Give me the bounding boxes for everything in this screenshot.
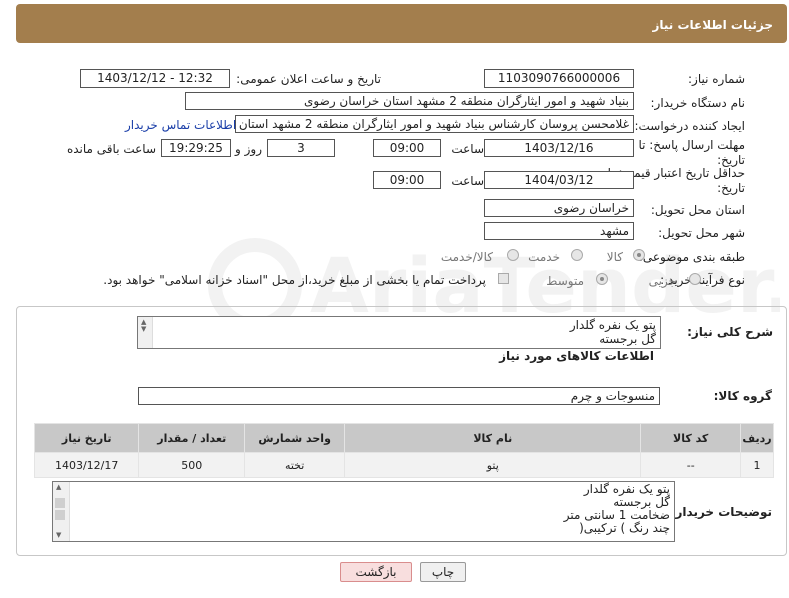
- goods-group-label: گروه کالا:: [713, 389, 772, 403]
- scroll-thumb[interactable]: [55, 510, 65, 520]
- buyer-notes-line: پتو یک نفره گلدار: [583, 482, 670, 496]
- announce-field: 1403/12/12 - 12:32: [80, 69, 230, 88]
- city-label: شهر محل تحویل:: [658, 226, 745, 240]
- buyer-org-field: بنیاد شهید و امور ایثارگران منطقه 2 مشهد…: [185, 92, 634, 110]
- cell-date: 1403/12/17: [33, 452, 140, 478]
- buyer-notes-textarea[interactable]: پتو یک نفره گلدار گل برجسته ضخامت 1 سانت…: [52, 481, 675, 542]
- province-label: استان محل تحویل:: [650, 203, 745, 217]
- back-button[interactable]: بازگشت: [340, 562, 412, 582]
- cell-row: 1: [740, 452, 774, 478]
- category-service-text: خدمت: [528, 250, 560, 264]
- col-header-unit: واحد شمارش: [244, 423, 346, 453]
- goods-table: ردیف کد کالا نام کالا واحد شمارش تعداد /…: [33, 423, 774, 478]
- scroll-down-icon[interactable]: ▼: [56, 532, 61, 539]
- need-number-label: شماره نیاز:: [688, 72, 745, 86]
- print-button[interactable]: چاپ: [420, 562, 466, 582]
- col-header-date: تاریخ نیاز: [33, 423, 140, 453]
- announce-label: تاریخ و ساعت اعلان عمومی:: [236, 72, 381, 86]
- validity-time-label: ساعت: [451, 174, 484, 188]
- scroll-down-icon[interactable]: ▼: [141, 326, 146, 333]
- summary-line: گل برجسته: [599, 332, 656, 346]
- creator-field: غلامحسن پروسان کارشناس بنیاد شهید و امور…: [235, 115, 634, 133]
- need-number-field: 1103090766000006: [484, 69, 634, 88]
- deadline-time-field: 09:00: [373, 139, 441, 157]
- deadline-time-label: ساعت: [451, 142, 484, 156]
- page-title: جزئیات اطلاعات نیاز: [652, 18, 773, 32]
- category-goods-service-radio[interactable]: [507, 249, 519, 261]
- cell-code: --: [640, 452, 742, 478]
- process-medium-text: متوسط: [546, 274, 584, 288]
- remaining-label: ساعت باقی مانده: [66, 142, 156, 156]
- treasury-payment-checkbox[interactable]: [498, 273, 509, 284]
- goods-group-field: منسوجات و چرم: [138, 387, 660, 405]
- creator-label: ایجاد کننده درخواست:: [634, 119, 745, 133]
- category-goods-radio[interactable]: [633, 249, 645, 261]
- deadline-label-date: تاریخ:: [717, 153, 745, 167]
- province-field: خراسان رضوی: [484, 199, 634, 217]
- table-row: 1 -- پتو تخته 500 1403/12/17: [33, 452, 774, 478]
- summary-label: شرح کلی نیاز:: [687, 325, 773, 339]
- days-label: روز و: [235, 142, 262, 156]
- col-header-code: کد کالا: [640, 423, 742, 453]
- category-goods-text: کالا: [606, 250, 623, 264]
- buyer-notes-line: ضخامت 1 سانتی متر: [563, 508, 670, 522]
- remaining-time-field: 19:29:25: [161, 139, 231, 157]
- validity-time-field: 09:00: [373, 171, 441, 189]
- col-header-row: ردیف: [740, 423, 774, 453]
- col-header-quantity: تعداد / مقدار: [138, 423, 246, 453]
- days-field: 3: [267, 139, 335, 157]
- validity-date-field: 1404/03/12: [484, 171, 634, 189]
- category-label: طبقه بندی موضوعی:: [638, 250, 745, 264]
- process-minor-text: جزیی: [648, 274, 676, 288]
- deadline-label: مهلت ارسال پاسخ: تا: [638, 138, 745, 152]
- city-field: مشهد: [484, 222, 634, 240]
- process-medium-radio[interactable]: [596, 273, 608, 285]
- summary-textarea[interactable]: پتو یک نفره گلدار گل برجسته ▲ ▼: [137, 316, 661, 349]
- buyer-org-label: نام دستگاه خریدار:: [650, 96, 746, 110]
- cell-name: پتو: [344, 452, 642, 478]
- deadline-date-field: 1403/12/16: [484, 139, 634, 157]
- scroll-up-icon[interactable]: ▲: [56, 484, 61, 491]
- scroll-thumb[interactable]: [55, 498, 65, 508]
- buyer-notes-line: چند رنگ ) ترکیبی(: [579, 521, 670, 535]
- cell-quantity: 500: [138, 452, 246, 478]
- page-header: جزئیات اطلاعات نیاز: [16, 4, 787, 43]
- cell-unit: تخته: [244, 452, 346, 478]
- category-service-radio[interactable]: [571, 249, 583, 261]
- buyer-notes-label: توضیحات خریدار:: [670, 505, 772, 519]
- goods-info-title: اطلاعات کالاهای مورد نیاز: [499, 349, 654, 363]
- summary-scrollbar[interactable]: ▲ ▼: [138, 317, 153, 348]
- category-goods-service-text: کالا/خدمت: [440, 250, 493, 264]
- buyer-notes-scrollbar[interactable]: ▲ ▼: [53, 482, 70, 541]
- summary-line: پتو یک نفره گلدار: [569, 318, 656, 332]
- validity-label-date: تاریخ:: [717, 181, 745, 195]
- col-header-name: نام کالا: [344, 423, 642, 453]
- goods-table-header: ردیف کد کالا نام کالا واحد شمارش تعداد /…: [33, 423, 774, 453]
- process-minor-radio[interactable]: [689, 273, 701, 285]
- treasury-payment-note: پرداخت تمام یا بخشی از مبلغ خرید،از محل …: [103, 273, 486, 287]
- contact-info-link[interactable]: اطلاعات تماس خریدار: [125, 118, 236, 132]
